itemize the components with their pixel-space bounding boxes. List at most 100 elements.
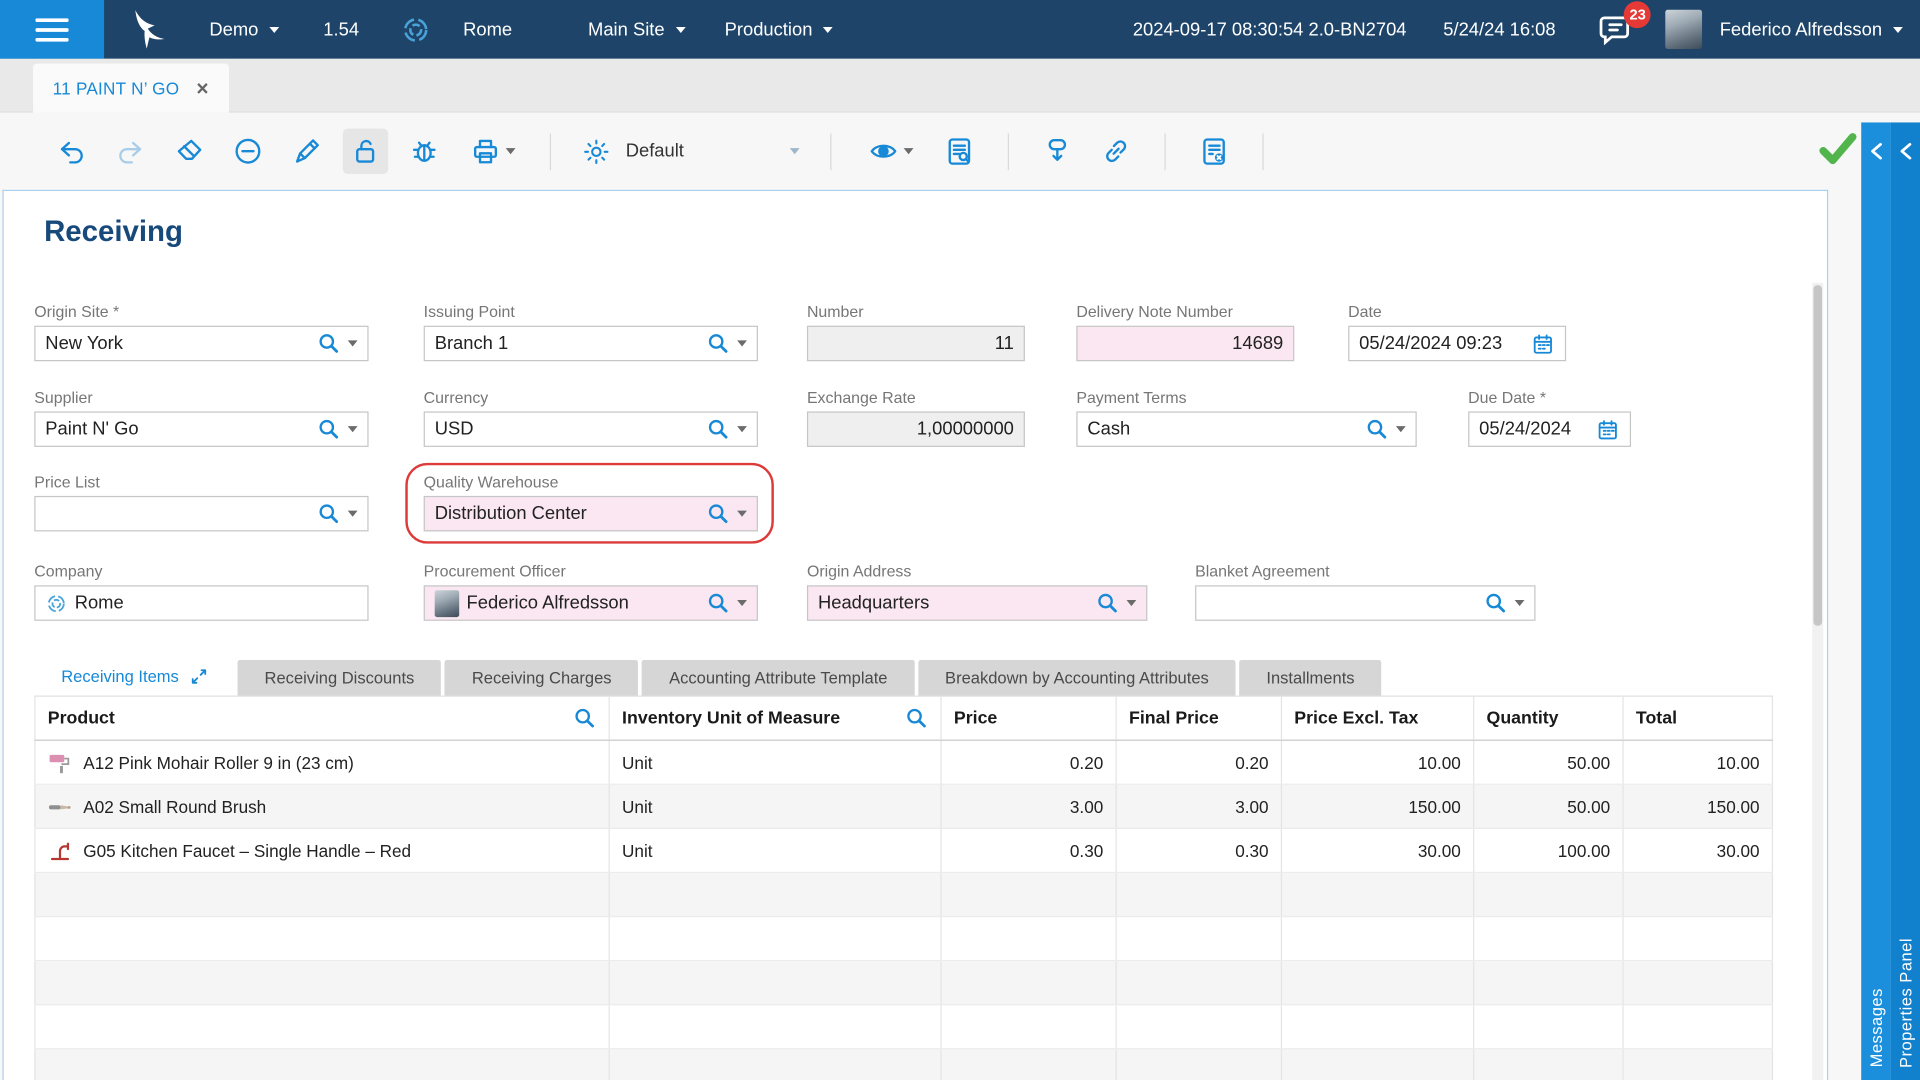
- empty-cell[interactable]: [1282, 873, 1475, 916]
- debug-button[interactable]: [402, 129, 447, 174]
- notifications-button[interactable]: 23: [1597, 1, 1652, 48]
- currency-input[interactable]: USD: [423, 411, 758, 447]
- chevron-down-icon[interactable]: [1395, 426, 1406, 433]
- cell-total[interactable]: 10.00: [1624, 740, 1774, 784]
- edit-button[interactable]: [284, 129, 329, 174]
- blanket-agreement-input[interactable]: [1195, 585, 1536, 621]
- search-icon[interactable]: [707, 418, 730, 441]
- chevron-down-icon[interactable]: [1126, 600, 1137, 607]
- company-input[interactable]: Rome: [34, 585, 369, 621]
- search-icon[interactable]: [317, 418, 340, 441]
- cell-price[interactable]: 0.30: [942, 828, 1117, 872]
- expand-icon[interactable]: [191, 669, 207, 685]
- vertical-scrollbar[interactable]: [1812, 282, 1824, 1080]
- empty-cell[interactable]: [34, 873, 610, 916]
- calendar-icon[interactable]: [1596, 417, 1620, 441]
- cell-total[interactable]: 30.00: [1624, 828, 1774, 872]
- chevron-down-icon[interactable]: [737, 426, 747, 433]
- direct-activations-button[interactable]: [1035, 129, 1080, 174]
- cell-uom[interactable]: Unit: [610, 784, 942, 828]
- redo-button[interactable]: [108, 129, 153, 174]
- empty-cell[interactable]: [610, 1005, 942, 1049]
- cell-price[interactable]: 3.00: [942, 784, 1117, 828]
- cell-product[interactable]: A02 Small Round Brush: [34, 784, 610, 828]
- empty-cell[interactable]: [1474, 1049, 1624, 1080]
- payment-terms-input[interactable]: Cash: [1076, 411, 1417, 447]
- delete-record-button[interactable]: [225, 129, 270, 174]
- empty-cell[interactable]: [1474, 917, 1624, 960]
- document-search-button[interactable]: [937, 129, 982, 174]
- empty-cell[interactable]: [1474, 1005, 1624, 1049]
- empty-cell[interactable]: [1624, 1049, 1774, 1080]
- empty-cell[interactable]: [610, 873, 942, 916]
- empty-cell[interactable]: [942, 961, 1117, 1005]
- empty-cell[interactable]: [1624, 917, 1774, 960]
- chevron-down-icon[interactable]: [737, 340, 747, 347]
- empty-cell[interactable]: [1624, 961, 1774, 1005]
- empty-cell[interactable]: [610, 961, 942, 1005]
- properties-panel-toggle[interactable]: Properties Panel: [1890, 122, 1920, 1080]
- empty-cell[interactable]: [1117, 873, 1283, 916]
- supplier-input[interactable]: Paint N' Go: [34, 411, 369, 447]
- price-list-input[interactable]: [34, 495, 369, 532]
- issuing-point-input[interactable]: Branch 1: [423, 325, 758, 362]
- search-icon[interactable]: [1096, 591, 1119, 614]
- hamburger-menu-button[interactable]: [0, 0, 105, 59]
- chevron-down-icon[interactable]: [737, 510, 747, 517]
- empty-cell[interactable]: [1282, 917, 1475, 960]
- empty-cell[interactable]: [1474, 873, 1624, 916]
- due-date-input[interactable]: 05/24/2024: [1468, 411, 1632, 447]
- empty-cell[interactable]: [1624, 873, 1774, 916]
- empty-cell[interactable]: [942, 917, 1117, 960]
- empty-cell[interactable]: [1282, 961, 1475, 1005]
- delivery-note-number-input[interactable]: 14689: [1076, 325, 1295, 362]
- form-log-button[interactable]: [1191, 129, 1236, 174]
- number-input[interactable]: 11: [806, 325, 1025, 362]
- column-header-uom[interactable]: Inventory Unit of Measure: [610, 696, 942, 740]
- site-selector[interactable]: Main Site: [588, 19, 686, 40]
- exchange-rate-input[interactable]: 1,00000000: [806, 411, 1025, 447]
- empty-cell[interactable]: [1624, 1005, 1774, 1049]
- empty-cell[interactable]: [1117, 961, 1283, 1005]
- search-icon[interactable]: [317, 332, 340, 355]
- search-icon[interactable]: [1484, 591, 1507, 614]
- preview-button[interactable]: [857, 129, 923, 174]
- search-icon[interactable]: [707, 591, 730, 614]
- empty-cell[interactable]: [1474, 961, 1624, 1005]
- unlock-button[interactable]: [342, 128, 389, 174]
- cell-uom[interactable]: Unit: [610, 740, 942, 784]
- cell-quantity[interactable]: 100.00: [1474, 828, 1624, 872]
- undo-button[interactable]: [49, 129, 94, 174]
- quality-warehouse-input[interactable]: Distribution Center: [423, 495, 758, 532]
- cell-price_excl_tax[interactable]: 150.00: [1282, 784, 1475, 828]
- chevron-down-icon[interactable]: [737, 600, 747, 607]
- cell-product[interactable]: G05 Kitchen Faucet – Single Handle – Red: [34, 828, 610, 872]
- origin-address-input[interactable]: Headquarters: [806, 585, 1148, 621]
- search-icon[interactable]: [1365, 418, 1388, 441]
- close-tab-icon[interactable]: ×: [196, 78, 208, 99]
- empty-cell[interactable]: [942, 873, 1117, 916]
- cell-quantity[interactable]: 50.00: [1474, 784, 1624, 828]
- cell-final_price[interactable]: 0.20: [1117, 740, 1283, 784]
- search-icon[interactable]: [573, 707, 596, 730]
- origin-site-input[interactable]: New York: [34, 325, 369, 362]
- cell-product[interactable]: A12 Pink Mohair Roller 9 in (23 cm): [34, 740, 610, 784]
- empty-cell[interactable]: [610, 917, 942, 960]
- calendar-icon[interactable]: [1531, 331, 1555, 355]
- chevron-down-icon[interactable]: [347, 340, 358, 347]
- cell-final_price[interactable]: 0.30: [1117, 828, 1283, 872]
- print-button[interactable]: [460, 129, 524, 174]
- company-name[interactable]: Rome: [463, 19, 512, 40]
- document-tab[interactable]: 11 PAINT N’ GO ×: [33, 63, 229, 113]
- empty-cell[interactable]: [942, 1005, 1117, 1049]
- attachments-button[interactable]: [1093, 129, 1138, 174]
- empty-cell[interactable]: [1117, 1049, 1283, 1080]
- cell-total[interactable]: 150.00: [1624, 784, 1774, 828]
- empty-cell[interactable]: [1282, 1049, 1475, 1080]
- empty-cell[interactable]: [1117, 917, 1283, 960]
- design-selector[interactable]: Default: [582, 137, 800, 166]
- search-icon[interactable]: [905, 707, 928, 730]
- chevron-down-icon[interactable]: [347, 510, 358, 517]
- empty-cell[interactable]: [1117, 1005, 1283, 1049]
- date-input[interactable]: 05/24/2024 09:23: [1348, 325, 1567, 362]
